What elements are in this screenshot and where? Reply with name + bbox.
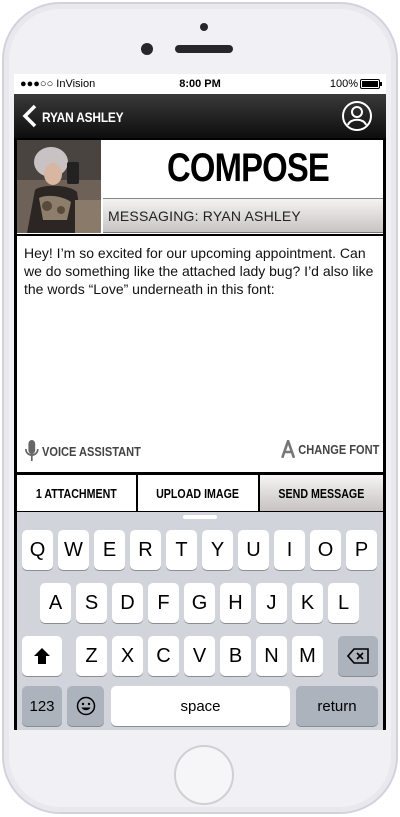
- key-a[interactable]: A: [40, 583, 71, 623]
- keyboard: Q W E R T Y U I O P A S D F G H J K L Z …: [17, 512, 383, 730]
- send-message-button[interactable]: SEND MESSAGE: [260, 475, 383, 511]
- shift-arrow-icon: [34, 648, 50, 664]
- key-m[interactable]: M: [292, 636, 323, 676]
- change-font-button[interactable]: CHANGE FONT: [280, 440, 379, 458]
- key-u[interactable]: U: [238, 530, 269, 570]
- key-t[interactable]: T: [166, 530, 197, 570]
- upload-image-button[interactable]: UPLOAD IMAGE: [138, 475, 260, 511]
- numbers-key[interactable]: 123: [22, 686, 62, 726]
- key-o[interactable]: O: [310, 530, 341, 570]
- key-z[interactable]: Z: [76, 636, 107, 676]
- key-s[interactable]: S: [76, 583, 107, 623]
- attachment-button[interactable]: 1 ATTACHMENT: [17, 475, 138, 511]
- voice-assistant-label: VOICE ASSISTANT: [42, 443, 141, 459]
- key-n[interactable]: N: [256, 636, 287, 676]
- key-g[interactable]: G: [184, 583, 215, 623]
- key-l[interactable]: L: [328, 583, 359, 623]
- delete-key[interactable]: [338, 636, 378, 676]
- home-button[interactable]: [174, 745, 234, 805]
- return-key[interactable]: return: [296, 686, 378, 726]
- space-key[interactable]: space: [111, 686, 290, 726]
- battery-icon: [360, 79, 382, 89]
- key-v[interactable]: V: [184, 636, 215, 676]
- key-y[interactable]: Y: [202, 530, 233, 570]
- key-x[interactable]: X: [112, 636, 143, 676]
- earpiece-speaker: [175, 45, 233, 53]
- key-j[interactable]: J: [256, 583, 287, 623]
- emoji-icon: [76, 696, 95, 716]
- avatar: [17, 140, 101, 233]
- key-b[interactable]: B: [220, 636, 251, 676]
- key-i[interactable]: I: [274, 530, 305, 570]
- backspace-icon: [347, 648, 369, 664]
- change-font-label: CHANGE FONT: [297, 441, 379, 457]
- key-q[interactable]: Q: [22, 530, 53, 570]
- key-w[interactable]: W: [58, 530, 89, 570]
- key-e[interactable]: E: [94, 530, 125, 570]
- send-message-label: SEND MESSAGE: [278, 485, 365, 501]
- key-d[interactable]: D: [112, 583, 143, 623]
- messaging-recipient-bar: MESSAGING: RYAN ASHLEY: [103, 198, 383, 233]
- profile-icon[interactable]: [341, 100, 373, 132]
- key-p[interactable]: P: [346, 530, 377, 570]
- page-title: COMPOSE: [167, 146, 330, 190]
- attachment-label: 1 ATTACHMENT: [36, 485, 117, 501]
- front-camera: [141, 43, 153, 55]
- message-body[interactable]: Hey! I’m so excited for our upcoming app…: [24, 244, 376, 298]
- action-bar: 1 ATTACHMENT UPLOAD IMAGE SEND MESSAGE: [17, 475, 383, 511]
- front-sensor: [200, 23, 208, 31]
- back-chevron-icon[interactable]: [21, 104, 39, 128]
- voice-assistant-button[interactable]: VOICE ASSISTANT: [25, 440, 141, 462]
- emoji-key[interactable]: [67, 686, 104, 726]
- font-a-icon: [280, 440, 295, 458]
- nav-bar: RYAN ASHLEY: [14, 94, 386, 138]
- key-f[interactable]: F: [148, 583, 179, 623]
- key-r[interactable]: R: [130, 530, 161, 570]
- contact-name[interactable]: RYAN ASHLEY: [42, 109, 124, 125]
- upload-image-label: UPLOAD IMAGE: [156, 485, 240, 501]
- compose-header: COMPOSE MESSAGING: RYAN ASHLEY: [17, 140, 383, 234]
- screen: ●●●○○ InVision 8:00 PM 100% RYAN ASHLEY: [14, 74, 386, 730]
- key-k[interactable]: K: [292, 583, 323, 623]
- key-h[interactable]: H: [220, 583, 251, 623]
- message-compose-area[interactable]: Hey! I’m so excited for our upcoming app…: [17, 236, 383, 472]
- key-c[interactable]: C: [148, 636, 179, 676]
- microphone-icon: [25, 440, 39, 461]
- status-bar: ●●●○○ InVision 8:00 PM 100%: [14, 74, 386, 94]
- shift-key[interactable]: [22, 636, 62, 676]
- keyboard-grabber: [183, 515, 217, 519]
- battery-percent: 100%: [329, 78, 358, 90]
